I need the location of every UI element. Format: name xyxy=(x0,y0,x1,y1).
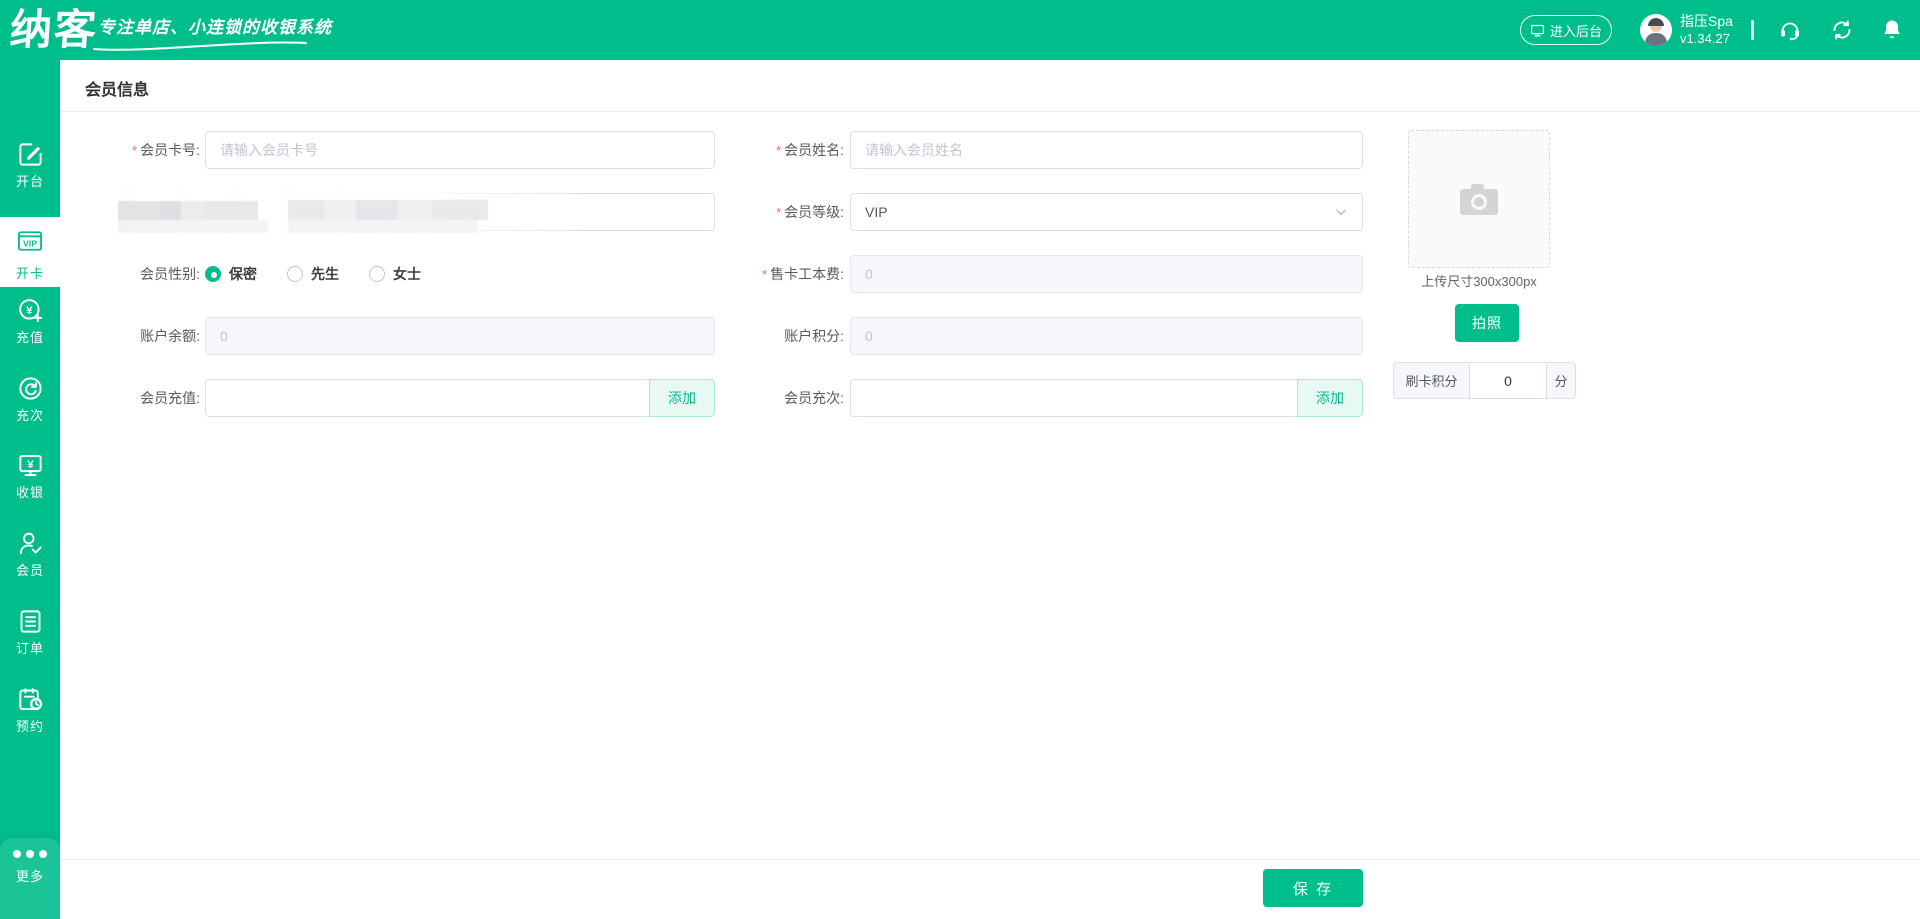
member-name-input[interactable] xyxy=(850,131,1363,169)
radio-label: 先生 xyxy=(311,266,339,282)
title-divider xyxy=(60,111,1920,112)
sidebar-item-label: 开卡 xyxy=(15,266,44,281)
recharge-yuan-plus-icon: ¥ xyxy=(18,299,42,323)
member-check-icon xyxy=(19,532,42,555)
card-fee-label: * 售卡工本费: xyxy=(762,266,844,282)
brand-tagline: 专注单店、小连锁的收银系统 xyxy=(98,18,332,37)
sidebar-item-refill-times[interactable]: 充次 xyxy=(0,375,60,424)
sidebar-item-label: 收银 xyxy=(15,485,44,500)
chevron-down-icon xyxy=(1336,209,1346,216)
edit-square-icon xyxy=(18,143,42,166)
footer-divider xyxy=(60,859,1920,860)
redacted-input[interactable] xyxy=(205,193,715,231)
camera-icon xyxy=(1460,184,1498,215)
booking-clock-icon xyxy=(18,688,42,711)
recharge-times-add-button[interactable]: 添加 xyxy=(1297,379,1363,417)
svg-text:¥: ¥ xyxy=(26,305,33,317)
bell-icon[interactable] xyxy=(1880,18,1904,42)
balance-label: 账户余额: xyxy=(140,328,200,344)
recharge-input[interactable] xyxy=(205,379,649,417)
avatar-body xyxy=(1645,33,1667,46)
member-name-label: * 会员姓名: xyxy=(776,142,844,158)
monitor-icon xyxy=(1530,24,1545,36)
radio-mister[interactable]: 先生 xyxy=(287,264,339,284)
top-bar: 纳客 专注单店、小连锁的收银系统 进入后台 指压Spa v1.34.27 xyxy=(0,0,1920,60)
sidebar-item-label: 订单 xyxy=(15,641,44,656)
sidebar-item-label: 开台 xyxy=(15,174,44,189)
take-photo-button[interactable]: 拍照 xyxy=(1455,304,1519,342)
recharge-times-label: 会员充次: xyxy=(784,390,844,406)
enter-backend-button[interactable]: 进入后台 xyxy=(1520,15,1612,45)
swipe-points-unit: 分 xyxy=(1546,363,1575,398)
radio-dot xyxy=(287,266,303,282)
order-clipboard-icon xyxy=(20,610,40,633)
points-label: 账户积分: xyxy=(784,328,844,344)
svg-text:¥: ¥ xyxy=(27,459,34,471)
sidebar-item-cashier[interactable]: ¥ 收银 xyxy=(0,452,60,501)
card-fee-input xyxy=(850,255,1363,293)
photo-size-hint: 上传尺寸300x300px xyxy=(1421,274,1537,289)
gender-label: 会员性别: xyxy=(140,266,200,282)
photo-upload-box[interactable] xyxy=(1408,130,1550,268)
sidebar-item-booking[interactable]: 预约 xyxy=(0,686,60,735)
member-level-select[interactable]: VIP xyxy=(850,193,1363,231)
refill-times-rotate-icon xyxy=(18,377,42,400)
sidebar-item-member[interactable]: 会员 xyxy=(0,530,60,579)
radio-dot xyxy=(369,266,385,282)
gender-radio-group: 保密 先生 女士 xyxy=(205,255,421,293)
radio-label: 女士 xyxy=(393,266,421,282)
sidebar-item-label: 会员 xyxy=(15,563,44,578)
headset-icon[interactable] xyxy=(1778,18,1802,42)
radio-lady[interactable]: 女士 xyxy=(369,264,421,284)
cashier-monitor-yuan-icon: ¥ xyxy=(18,454,42,477)
swipe-points-input[interactable] xyxy=(1470,363,1546,398)
swipe-points-group: 刷卡积分 分 xyxy=(1393,362,1576,399)
recharge-label: 会员充值: xyxy=(140,390,200,406)
recharge-add-button[interactable]: 添加 xyxy=(649,379,715,417)
radio-dot xyxy=(205,266,221,282)
balance-input xyxy=(205,317,715,355)
member-level-value: VIP xyxy=(865,204,888,220)
recharge-times-input[interactable] xyxy=(850,379,1297,417)
store-name: 指压Spa xyxy=(1680,13,1733,29)
avatar[interactable] xyxy=(1640,14,1672,46)
recharge-times-input-group: 添加 xyxy=(850,379,1363,417)
sidebar-more-label: 更多 xyxy=(15,869,44,884)
page-title: 会员信息 xyxy=(85,82,150,99)
sidebar-item-orders[interactable]: 订单 xyxy=(0,608,60,657)
sidebar: 开台 VIP 开卡 ¥ 充值 充次 ¥ 收银 会员 订单 预约 更多 xyxy=(0,60,60,919)
sidebar-item-vip-card-active[interactable]: VIP 开卡 xyxy=(0,217,60,287)
sidebar-item-open-table[interactable]: 开台 xyxy=(0,141,60,190)
sidebar-item-label: 充次 xyxy=(15,408,44,423)
card-no-input[interactable] xyxy=(205,131,715,169)
store-info: 指压Spa v1.34.27 xyxy=(1680,12,1733,48)
radio-label: 保密 xyxy=(229,266,257,282)
card-no-label: * 会员卡号: xyxy=(132,142,200,158)
points-input xyxy=(850,317,1363,355)
app-window: 纳客 专注单店、小连锁的收银系统 进入后台 指压Spa v1.34.27 开台 … xyxy=(0,0,1920,919)
main-content: 会员信息 *会员卡号: *会员姓名: *会员等级: VIP 会员性别: 保密 先… xyxy=(60,60,1920,919)
save-button[interactable]: 保 存 xyxy=(1263,869,1363,907)
vip-card-icon: VIP xyxy=(17,231,43,251)
swipe-points-label: 刷卡积分 xyxy=(1394,363,1470,398)
app-version: v1.34.27 xyxy=(1680,31,1730,46)
sidebar-item-recharge[interactable]: ¥ 充值 xyxy=(0,297,60,346)
ellipsis-icon xyxy=(0,850,60,858)
sidebar-item-label: 充值 xyxy=(15,330,44,345)
sidebar-item-label: 预约 xyxy=(15,719,44,734)
radio-secret[interactable]: 保密 xyxy=(205,264,257,284)
sidebar-item-more[interactable]: 更多 xyxy=(0,838,60,919)
avatar-hair xyxy=(1648,18,1664,26)
recharge-input-group: 添加 xyxy=(205,379,715,417)
enter-backend-label: 进入后台 xyxy=(1549,23,1602,39)
topbar-divider xyxy=(1751,20,1754,40)
member-level-label: * 会员等级: xyxy=(776,204,844,220)
brand-swoosh-line xyxy=(93,41,307,51)
svg-text:VIP: VIP xyxy=(23,239,37,249)
sync-icon[interactable] xyxy=(1830,18,1854,42)
brand-logo: 纳客 xyxy=(8,6,100,53)
